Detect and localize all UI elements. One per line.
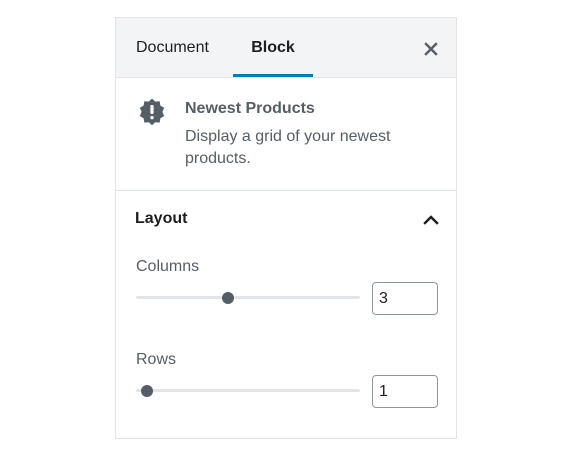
close-button[interactable] [419,37,443,61]
columns-label: Columns [136,258,200,275]
block-description: Display a grid of your newest products. [185,128,391,167]
rows-number-input[interactable]: 1 [372,375,438,408]
close-icon [424,42,438,56]
block-title: Newest Products [185,100,315,117]
rows-label: Rows [136,351,177,368]
warning-badge-icon [139,98,165,126]
active-tab-indicator [233,74,313,77]
block-card: Newest Products Display a grid of your n… [116,78,456,191]
block-inspector-sidebar: Document Block Newest Products Display a… [115,17,457,439]
columns-slider[interactable] [136,296,360,299]
chevron-up-icon [423,215,439,225]
rows-slider-handle[interactable] [141,385,153,397]
tab-document[interactable]: Document [136,18,209,77]
columns-slider-handle[interactable] [221,292,234,304]
sidebar-tabs: Document Block [116,18,456,78]
block-type-icon [138,98,166,126]
layout-panel-toggle[interactable]: Layout [116,192,456,248]
layout-panel-title: Layout [135,210,188,227]
columns-number-input[interactable]: 3 [372,282,438,315]
rows-slider[interactable] [136,389,360,392]
tab-block[interactable]: Block [233,18,313,77]
